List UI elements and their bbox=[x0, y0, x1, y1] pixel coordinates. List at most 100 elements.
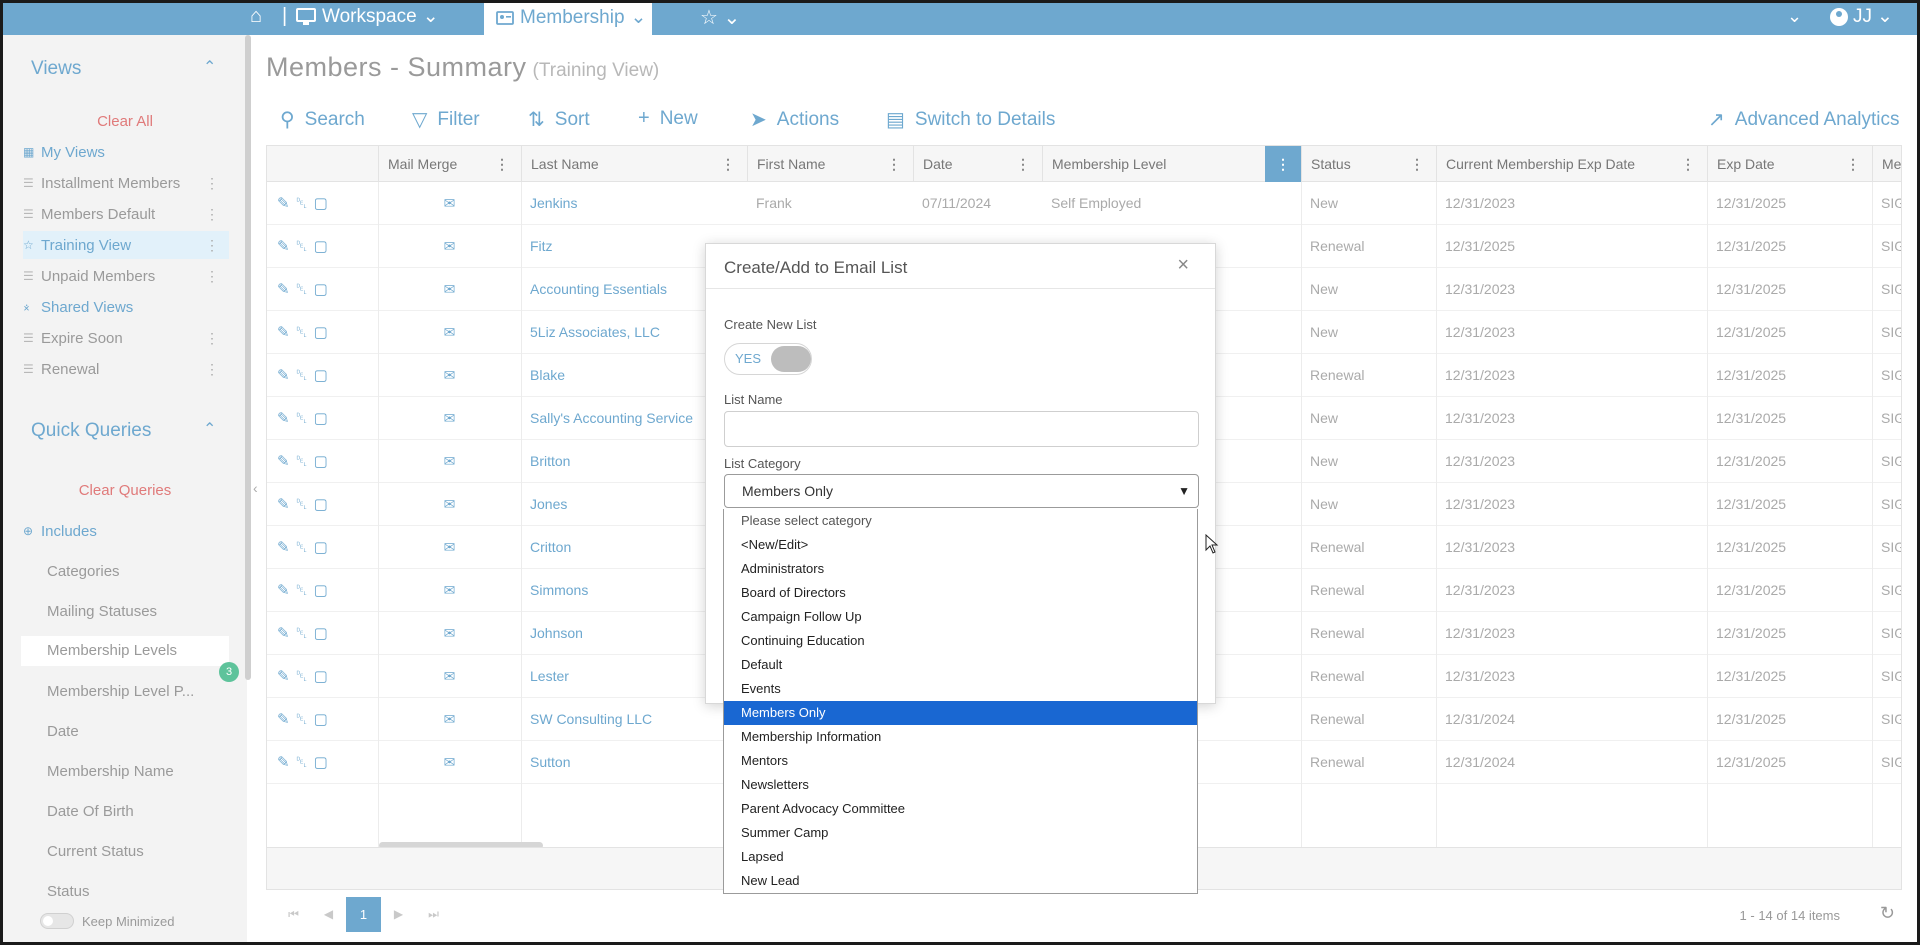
trash-icon[interactable]: ␡ bbox=[296, 410, 314, 427]
dropdown-option[interactable]: Mentors bbox=[724, 749, 1197, 773]
collapse-sidebar-icon[interactable]: ‹ bbox=[253, 480, 258, 496]
column-header-mer[interactable]: Mer bbox=[1872, 146, 1901, 182]
edit-icon[interactable]: ✎ bbox=[277, 754, 296, 771]
dropdown-option[interactable]: <New/Edit> bbox=[724, 533, 1197, 557]
edit-icon[interactable]: ✎ bbox=[277, 582, 296, 599]
last-page-button[interactable]: ⏭ bbox=[416, 897, 451, 932]
column-header-last-name[interactable]: Last Name ⋮ bbox=[521, 146, 747, 182]
edit-icon[interactable]: ✎ bbox=[277, 367, 296, 384]
workspace-menu[interactable]: Workspace ⌄ bbox=[296, 5, 439, 28]
refresh-icon[interactable]: ↻ bbox=[1880, 903, 1895, 924]
note-icon[interactable]: ▢ bbox=[314, 625, 334, 642]
query-current-status[interactable]: Current Status bbox=[47, 843, 144, 860]
dropdown-option[interactable]: Administrators bbox=[724, 557, 1197, 581]
note-icon[interactable]: ▢ bbox=[314, 668, 334, 685]
mail-icon[interactable]: ✉ bbox=[444, 238, 456, 254]
mail-icon[interactable]: ✉ bbox=[444, 625, 456, 641]
mail-icon[interactable]: ✉ bbox=[444, 668, 456, 684]
mail-icon[interactable]: ✉ bbox=[444, 281, 456, 297]
note-icon[interactable]: ▢ bbox=[314, 367, 334, 384]
trash-icon[interactable]: ␡ bbox=[296, 195, 314, 212]
last-name-cell[interactable]: Sutton bbox=[521, 741, 747, 784]
sort-button[interactable]: ⇅ Sort bbox=[528, 107, 590, 132]
dropdown-option[interactable]: Continuing Education bbox=[724, 629, 1197, 653]
view-training-view[interactable]: ☆ Training View ⋮ bbox=[23, 231, 229, 259]
kebab-icon[interactable]: ⋮ bbox=[205, 330, 219, 347]
new-button[interactable]: + New bbox=[638, 107, 698, 130]
note-icon[interactable]: ▢ bbox=[314, 754, 334, 771]
mail-icon[interactable]: ✉ bbox=[444, 582, 456, 598]
mail-icon[interactable]: ✉ bbox=[444, 711, 456, 727]
query-status[interactable]: Status bbox=[47, 883, 90, 900]
includes-toggle[interactable]: ⊕ Includes bbox=[23, 517, 229, 545]
view-renewal[interactable]: ☰ Renewal ⋮ bbox=[23, 355, 229, 383]
dropdown-option[interactable]: Events bbox=[724, 677, 1197, 701]
edit-icon[interactable]: ✎ bbox=[277, 195, 296, 212]
note-icon[interactable]: ▢ bbox=[314, 281, 334, 298]
query-date[interactable]: Date bbox=[47, 723, 79, 740]
trash-icon[interactable]: ␡ bbox=[296, 238, 314, 255]
chevron-up-icon[interactable]: ⌃ bbox=[203, 57, 216, 77]
dropdown-option[interactable]: Membership Information bbox=[724, 725, 1197, 749]
edit-icon[interactable]: ✎ bbox=[277, 625, 296, 642]
dropdown-option[interactable]: Please select category bbox=[724, 509, 1197, 533]
last-name-cell[interactable]: Jenkins bbox=[521, 182, 747, 225]
column-header-mail-merge[interactable]: Mail Merge ⋮ bbox=[378, 146, 521, 182]
mail-icon[interactable]: ✉ bbox=[444, 453, 456, 469]
keep-minimized[interactable]: Keep Minimized bbox=[40, 913, 175, 929]
views-heading[interactable]: Views bbox=[31, 58, 81, 80]
clear-all-link[interactable]: Clear All bbox=[3, 113, 247, 130]
kebab-icon[interactable]: ⋮ bbox=[205, 237, 219, 254]
edit-icon[interactable]: ✎ bbox=[277, 324, 296, 341]
note-icon[interactable]: ▢ bbox=[314, 410, 334, 427]
note-icon[interactable]: ▢ bbox=[314, 496, 334, 513]
page-number-button[interactable]: 1 bbox=[346, 897, 381, 932]
mail-icon[interactable]: ✉ bbox=[444, 496, 456, 512]
query-categories[interactable]: Categories bbox=[47, 563, 120, 580]
trash-icon[interactable]: ␡ bbox=[296, 281, 314, 298]
column-header-first-name[interactable]: First Name ⋮ bbox=[747, 146, 913, 182]
view-expire-soon[interactable]: ☰ Expire Soon ⋮ bbox=[23, 324, 229, 352]
trash-icon[interactable]: ␡ bbox=[296, 324, 314, 341]
column-header-current-exp-date[interactable]: Current Membership Exp Date ⋮ bbox=[1436, 146, 1707, 182]
advanced-analytics-button[interactable]: ↗ Advanced Analytics bbox=[1708, 107, 1900, 132]
list-category-select[interactable]: Members Only ▼ bbox=[724, 474, 1199, 508]
query-membership-levels[interactable]: Membership Levels bbox=[21, 636, 229, 666]
trash-icon[interactable]: ␡ bbox=[296, 582, 314, 599]
trash-icon[interactable]: ␡ bbox=[296, 668, 314, 685]
mail-icon[interactable]: ✉ bbox=[444, 324, 456, 340]
filter-button[interactable]: ▽ Filter bbox=[412, 107, 480, 132]
query-mailing-statuses[interactable]: Mailing Statuses bbox=[47, 603, 157, 620]
mail-icon[interactable]: ✉ bbox=[444, 539, 456, 555]
user-menu[interactable]: JJ ⌄ bbox=[1830, 5, 1893, 28]
column-header-exp-date[interactable]: Exp Date ⋮ bbox=[1707, 146, 1872, 182]
switch-to-details-button[interactable]: ▤ Switch to Details bbox=[886, 107, 1055, 132]
prev-page-button[interactable]: ◀ bbox=[311, 897, 346, 932]
trash-icon[interactable]: ␡ bbox=[296, 453, 314, 470]
dropdown-option[interactable]: Parent Advocacy Committee bbox=[724, 797, 1197, 821]
kebab-icon[interactable]: ⋮ bbox=[205, 175, 219, 192]
kebab-icon[interactable]: ⋮ bbox=[1265, 146, 1301, 182]
home-icon[interactable]: ⌂ bbox=[250, 5, 262, 28]
dropdown-option[interactable]: New Lead bbox=[724, 869, 1197, 893]
membership-tab[interactable]: Membership ⌄ bbox=[484, 0, 652, 35]
mail-icon[interactable]: ✉ bbox=[444, 367, 456, 383]
view-installment-members[interactable]: ☰ Installment Members ⋮ bbox=[23, 169, 229, 197]
trash-icon[interactable]: ␡ bbox=[296, 539, 314, 556]
mail-icon[interactable]: ✉ bbox=[444, 754, 456, 770]
next-page-button[interactable]: ▶ bbox=[381, 897, 416, 932]
note-icon[interactable]: ▢ bbox=[314, 582, 334, 599]
view-shared-views[interactable]: ⨰ Shared Views bbox=[23, 293, 229, 321]
query-membership-name[interactable]: Membership Name bbox=[47, 763, 174, 780]
mail-icon[interactable]: ✉ bbox=[444, 410, 456, 426]
view-unpaid-members[interactable]: ☰ Unpaid Members ⋮ bbox=[23, 262, 229, 290]
close-icon[interactable]: × bbox=[1177, 254, 1189, 277]
last-name-cell[interactable]: SW Consulting LLC bbox=[521, 698, 747, 741]
query-membership-level-p[interactable]: Membership Level P... bbox=[47, 683, 194, 700]
dropdown-option[interactable]: Newsletters bbox=[724, 773, 1197, 797]
list-name-input[interactable] bbox=[724, 411, 1199, 447]
edit-icon[interactable]: ✎ bbox=[277, 238, 296, 255]
edit-icon[interactable]: ✎ bbox=[277, 453, 296, 470]
table-row[interactable]: ✎␡▢ ✉ Jenkins Frank 07/11/2024 Self Employed N… bbox=[267, 182, 1901, 225]
note-icon[interactable]: ▢ bbox=[314, 711, 334, 728]
